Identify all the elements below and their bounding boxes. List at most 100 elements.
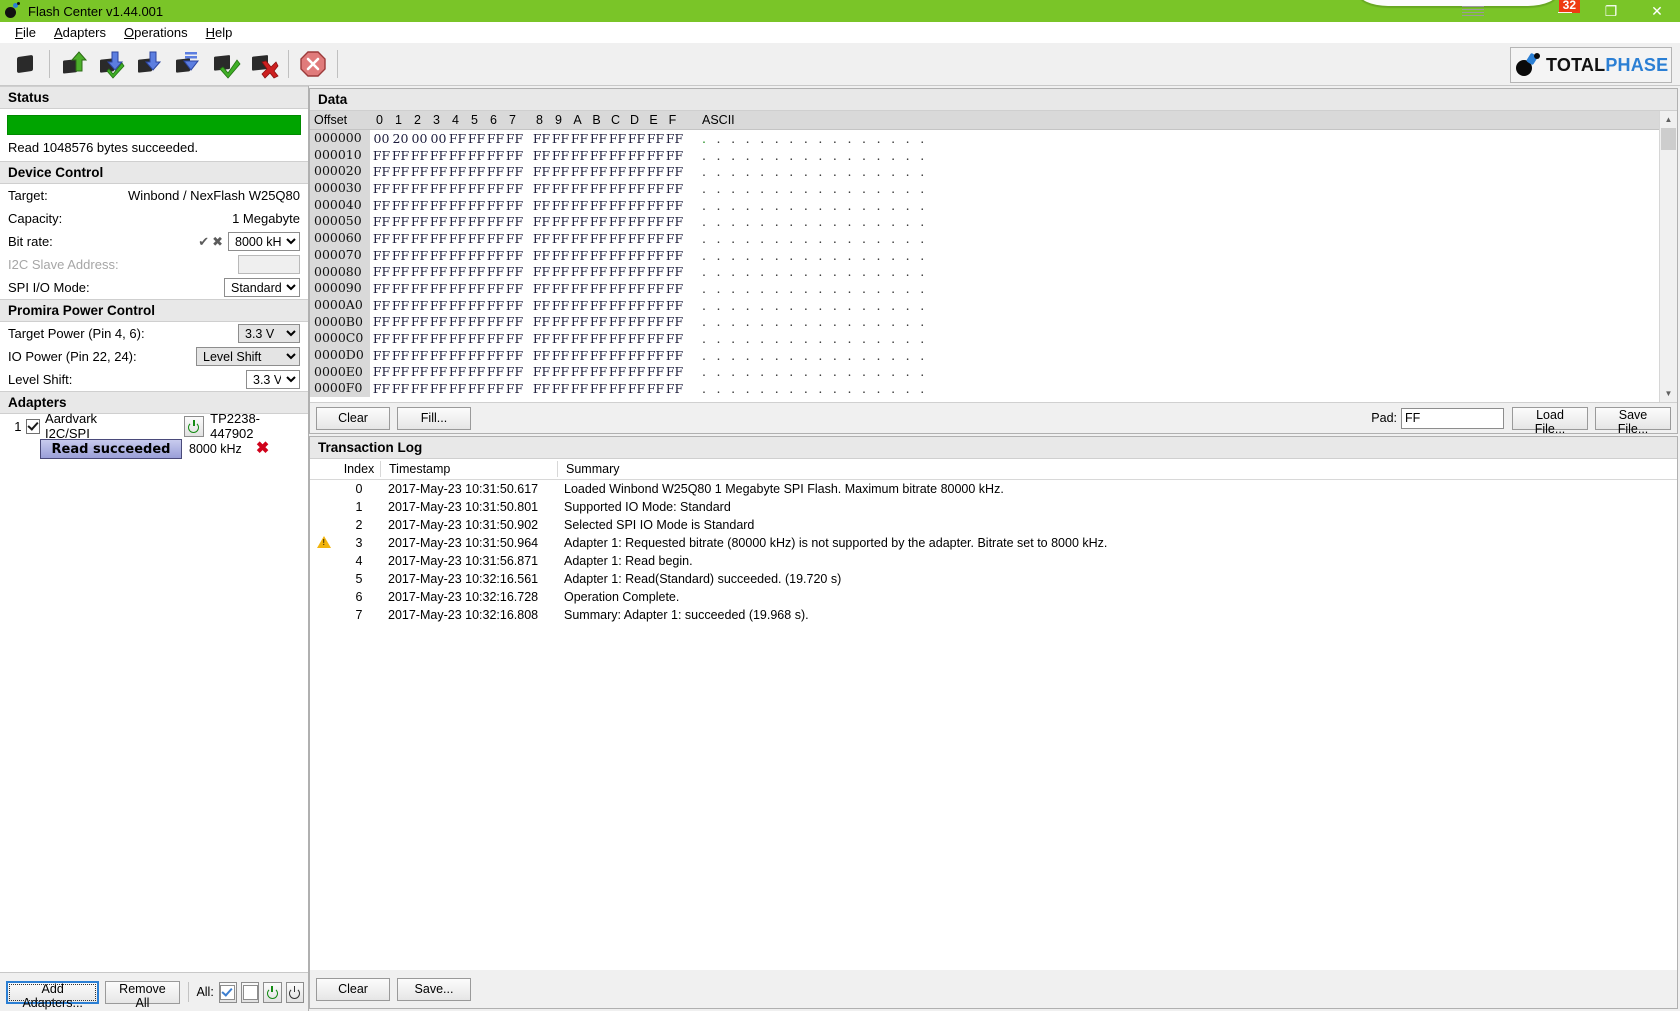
hex-byte[interactable]: FF xyxy=(486,331,505,346)
hex-byte[interactable]: FF xyxy=(410,331,429,346)
hex-byte[interactable]: FF xyxy=(505,331,524,346)
adapter-row[interactable]: 1 Aardvark I2C/SPI TP2238-447902 xyxy=(0,411,308,441)
hex-byte[interactable]: 00 xyxy=(372,131,391,146)
hex-byte[interactable]: FF xyxy=(646,364,665,379)
hex-byte[interactable]: FF xyxy=(486,264,505,279)
hex-byte[interactable]: FF xyxy=(589,348,608,363)
hex-byte[interactable]: FF xyxy=(372,364,391,379)
hex-byte[interactable]: FF xyxy=(467,214,486,229)
hex-byte[interactable]: FF xyxy=(627,264,646,279)
hex-byte[interactable]: FF xyxy=(429,381,448,396)
hex-byte[interactable]: FF xyxy=(532,214,551,229)
load-file-button[interactable]: Load File... xyxy=(1512,406,1588,436)
io-power-select[interactable]: Level Shift xyxy=(196,347,300,366)
hex-byte[interactable]: FF xyxy=(429,364,448,379)
hex-byte[interactable]: FF xyxy=(391,214,410,229)
hex-byte[interactable]: FF xyxy=(448,248,467,263)
hex-byte[interactable]: FF xyxy=(570,331,589,346)
hex-byte[interactable]: FF xyxy=(532,248,551,263)
hex-byte[interactable]: FF xyxy=(627,298,646,313)
read-button[interactable] xyxy=(55,46,93,82)
hex-byte[interactable]: FF xyxy=(608,148,627,163)
hex-byte[interactable]: FF xyxy=(486,348,505,363)
hex-byte[interactable]: FF xyxy=(410,264,429,279)
hex-byte[interactable]: FF xyxy=(429,198,448,213)
hex-byte[interactable]: FF xyxy=(486,314,505,329)
menu-operations[interactable]: Operations xyxy=(115,23,197,42)
hex-byte[interactable]: FF xyxy=(448,198,467,213)
check-all-button[interactable] xyxy=(218,981,238,1003)
hex-byte[interactable]: FF xyxy=(532,381,551,396)
hex-byte[interactable]: FF xyxy=(429,148,448,163)
hex-byte[interactable]: FF xyxy=(372,198,391,213)
hex-byte[interactable]: FF xyxy=(665,281,684,296)
hex-byte[interactable]: FF xyxy=(608,314,627,329)
hex-byte[interactable]: FF xyxy=(372,381,391,396)
hex-byte[interactable]: FF xyxy=(551,314,570,329)
hex-byte[interactable]: FF xyxy=(448,231,467,246)
hex-byte[interactable]: FF xyxy=(570,364,589,379)
hex-byte[interactable]: FF xyxy=(532,231,551,246)
hex-byte[interactable]: FF xyxy=(410,231,429,246)
hex-byte[interactable]: FF xyxy=(532,298,551,313)
hex-byte[interactable]: FF xyxy=(646,331,665,346)
hex-byte[interactable]: FF xyxy=(570,148,589,163)
hex-byte[interactable]: FF xyxy=(486,298,505,313)
hex-byte[interactable]: FF xyxy=(467,264,486,279)
hex-byte[interactable]: FF xyxy=(589,364,608,379)
log-row[interactable]: 2 2017-May-23 10:31:50.902 Selected SPI IO… xyxy=(310,516,1677,534)
hex-byte[interactable]: FF xyxy=(646,181,665,196)
hex-byte[interactable]: FF xyxy=(646,314,665,329)
hex-byte[interactable]: FF xyxy=(589,381,608,396)
hex-byte[interactable]: FF xyxy=(570,214,589,229)
hex-byte[interactable]: FF xyxy=(410,148,429,163)
hex-byte[interactable]: FF xyxy=(570,198,589,213)
hex-row[interactable]: 0000E0 FF FF FF FF FF FF FF FF FF FF FF FF FF FF FF FF. … xyxy=(310,363,1659,381)
hex-byte[interactable]: FF xyxy=(448,214,467,229)
hex-viewer[interactable]: Offset 0123456789ABCDEF ASCII 000000 00 20… xyxy=(310,111,1677,402)
hex-byte[interactable]: FF xyxy=(486,231,505,246)
hex-byte[interactable]: FF xyxy=(410,198,429,213)
log-row[interactable]: 1 2017-May-23 10:31:50.801 Supported IO Mo… xyxy=(310,498,1677,516)
hex-byte[interactable]: FF xyxy=(665,264,684,279)
hex-byte[interactable]: FF xyxy=(551,381,570,396)
hex-byte[interactable]: FF xyxy=(646,231,665,246)
hex-row[interactable]: 000070 FF FF FF FF FF FF FF FF FF FF FF FF FF FF FF FF. … xyxy=(310,246,1659,264)
hex-byte[interactable]: FF xyxy=(627,381,646,396)
hex-byte[interactable]: FF xyxy=(627,198,646,213)
hex-byte[interactable]: FF xyxy=(532,281,551,296)
menu-help[interactable]: Help xyxy=(197,23,242,42)
hex-row[interactable]: 0000B0 FF FF FF FF FF FF FF FF FF FF FF FF FF FF FF FF. … xyxy=(310,313,1659,331)
uncheck-all-button[interactable] xyxy=(241,981,260,1003)
add-adapters-button[interactable]: Add Adapters... xyxy=(6,980,100,1010)
log-row[interactable]: 6 2017-May-23 10:32:16.728 Operation Compl… xyxy=(310,588,1677,606)
log-list[interactable]: Index Timestamp Summary 0 2017-May-23 10:… xyxy=(310,459,1677,970)
data-fill-button[interactable]: Fill... xyxy=(397,406,471,430)
hex-byte[interactable]: 00 xyxy=(410,131,429,146)
hex-byte[interactable]: FF xyxy=(551,348,570,363)
hex-byte[interactable]: FF xyxy=(646,198,665,213)
hex-byte[interactable]: FF xyxy=(391,348,410,363)
hex-byte[interactable]: FF xyxy=(532,131,551,146)
hex-byte[interactable]: FF xyxy=(570,348,589,363)
hex-byte[interactable]: FF xyxy=(486,248,505,263)
hex-byte[interactable]: FF xyxy=(391,331,410,346)
hex-byte[interactable]: FF xyxy=(391,231,410,246)
hex-byte[interactable]: FF xyxy=(589,148,608,163)
hex-byte[interactable]: FF xyxy=(570,314,589,329)
hex-byte[interactable]: FF xyxy=(665,198,684,213)
hex-byte[interactable]: FF xyxy=(486,131,505,146)
target-power-select[interactable]: 3.3 V xyxy=(238,324,300,343)
hex-byte[interactable]: FF xyxy=(505,381,524,396)
hex-byte[interactable]: FF xyxy=(505,148,524,163)
hex-byte[interactable]: FF xyxy=(646,264,665,279)
hex-byte[interactable]: FF xyxy=(608,381,627,396)
hex-byte[interactable]: FF xyxy=(505,298,524,313)
hex-byte[interactable]: FF xyxy=(448,181,467,196)
hex-byte[interactable]: FF xyxy=(410,381,429,396)
hex-byte[interactable]: FF xyxy=(646,214,665,229)
hex-byte[interactable]: FF xyxy=(570,281,589,296)
hex-byte[interactable]: FF xyxy=(551,131,570,146)
hex-byte[interactable]: FF xyxy=(372,248,391,263)
hex-byte[interactable]: FF xyxy=(589,181,608,196)
